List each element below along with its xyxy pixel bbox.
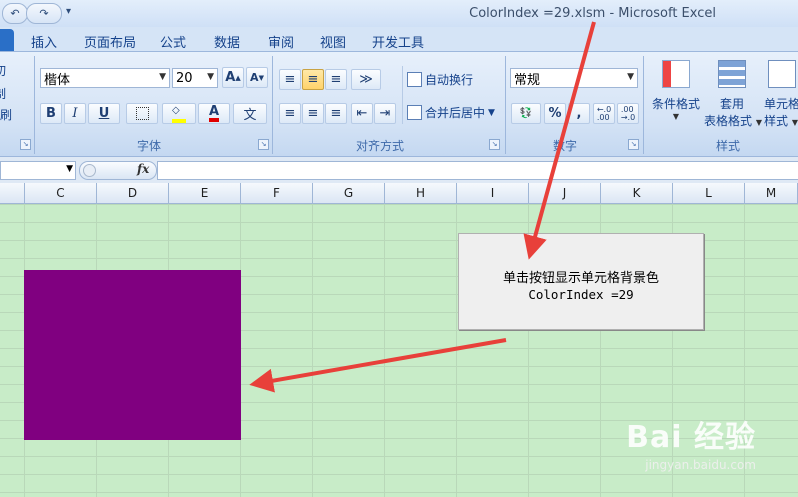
arrow-to-cell <box>249 338 507 393</box>
arrow-to-title <box>523 21 596 260</box>
watermark-url: jingyan.baidu.com <box>645 458 756 472</box>
watermark: Bai 经验 jingyan.baidu.com <box>626 412 756 472</box>
baidu-logo: Bai 经验 <box>626 420 756 455</box>
